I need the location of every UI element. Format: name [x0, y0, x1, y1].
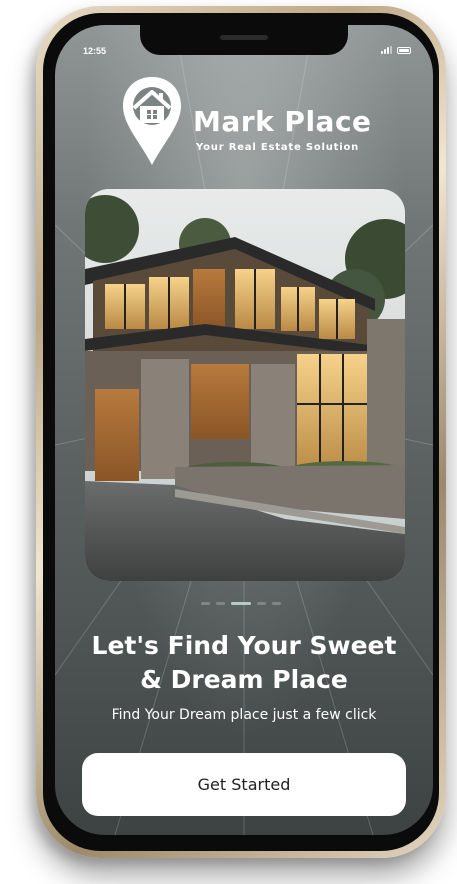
headline-line-1: Let's Find Your Sweet: [91, 631, 397, 660]
signal-icon: [381, 46, 392, 54]
brand-logo: Mark Place Your Real Estate Solution: [120, 75, 390, 175]
app-screen: 12:55 Mark Place Your Real Estate Soluti…: [55, 25, 433, 835]
speaker-grille: [220, 35, 268, 40]
battery-icon: [397, 46, 411, 54]
carousel-dot[interactable]: [257, 602, 266, 605]
status-time: 12:55: [83, 46, 107, 56]
onboarding-subheadline: Find Your Dream place just a few click: [111, 707, 377, 723]
carousel-dot-active[interactable]: [231, 602, 251, 605]
headline-line-2: & Dream Place: [140, 665, 348, 694]
hero-image[interactable]: [85, 189, 405, 581]
onboarding-headline: Let's Find Your Sweet & Dream Place: [55, 629, 433, 697]
get-started-button[interactable]: Get Started: [82, 753, 406, 816]
status-indicators: [381, 46, 411, 54]
carousel-dot[interactable]: [201, 602, 210, 605]
modern-house-photo: [85, 189, 405, 581]
carousel-dot[interactable]: [272, 602, 281, 605]
location-pin-house-icon: [123, 77, 181, 165]
brand-tagline: Your Real Estate Solution: [196, 142, 360, 153]
carousel-dot[interactable]: [216, 602, 225, 605]
carousel-pagination: [201, 602, 281, 605]
device-notch: [140, 25, 348, 55]
brand-name: Mark Place: [193, 105, 372, 138]
